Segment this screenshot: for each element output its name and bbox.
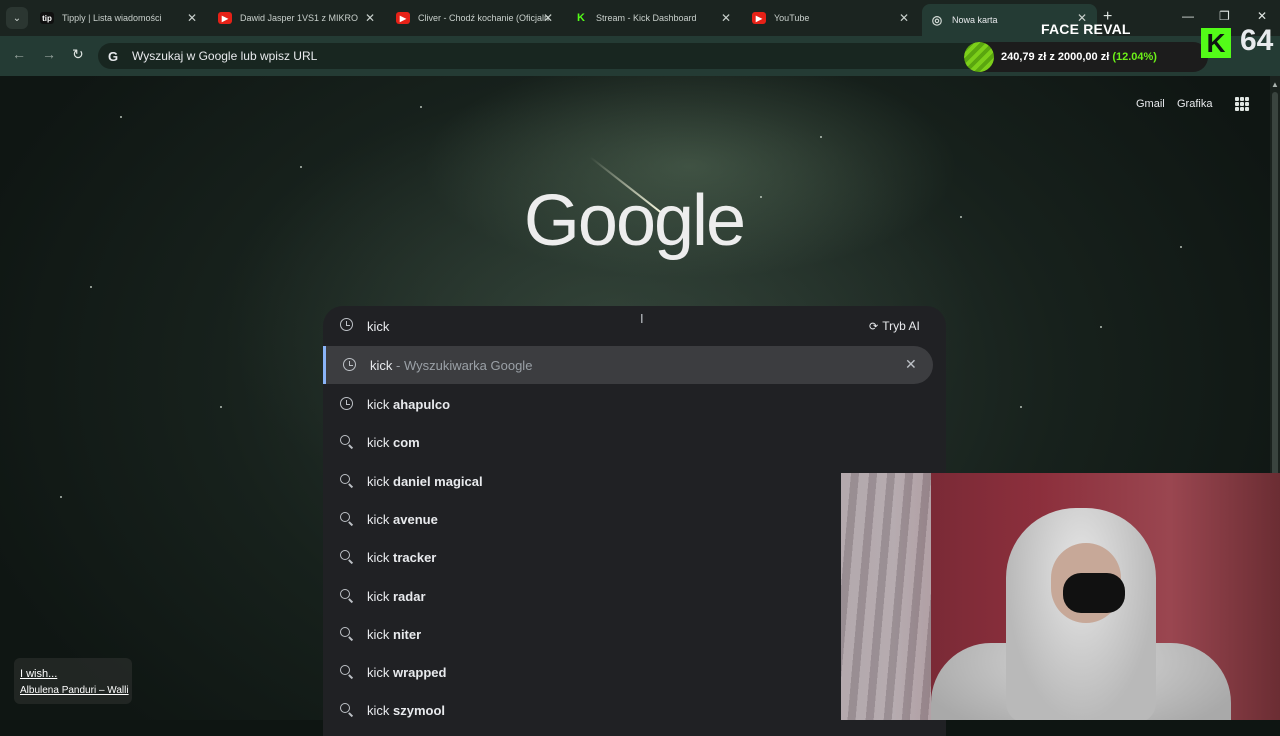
tab-title: Dawid Jasper 1VS1 z MIKROCYP: [240, 13, 358, 23]
kick-viewer-count: 64: [1240, 24, 1274, 57]
ai-mode-label: Tryb AI: [882, 319, 920, 333]
suggestion-item[interactable]: kick com: [323, 423, 933, 461]
tab-dawid-jasper[interactable]: ▶ Dawid Jasper 1VS1 z MIKROCYP ✕: [210, 4, 385, 32]
chevron-down-icon: ⌄: [12, 12, 22, 24]
suggestion-completion: wrapped: [389, 665, 447, 680]
suggestion-prefix: kick: [367, 665, 390, 680]
search-icon: [340, 703, 354, 717]
suggestion-prefix: kick: [367, 703, 390, 718]
youtube-icon: ▶: [396, 12, 410, 24]
tab-title: Nowa karta: [952, 15, 998, 25]
goal-separator: z: [1049, 51, 1055, 63]
tab-youtube[interactable]: ▶ YouTube ✕: [744, 4, 919, 32]
tab-title: YouTube: [774, 13, 810, 23]
tab-cliver[interactable]: ▶ Cliver - Chodź kochanie (Oficjaln ✕: [388, 4, 563, 32]
chrome-icon: ◎: [931, 13, 943, 27]
goal-text: 240,79 zł z 2000,00 zł (12.04%): [1001, 51, 1157, 63]
search-icon: [340, 589, 354, 603]
youtube-icon: ▶: [752, 12, 766, 24]
google-apps-icon[interactable]: [1235, 97, 1249, 111]
tab-tipply[interactable]: tip Tipply | Lista wiadomości ✕: [32, 4, 207, 32]
remove-suggestion-icon[interactable]: ✕: [905, 356, 917, 373]
kick-logo-icon: K: [1201, 28, 1231, 58]
google-logo: Google: [523, 181, 746, 261]
suggestion-completion: com: [389, 435, 420, 450]
close-icon[interactable]: ✕: [543, 11, 553, 25]
scroll-up-arrow-icon[interactable]: ▲: [1271, 80, 1279, 89]
reload-button[interactable]: ↻: [72, 46, 84, 63]
search-icon: [340, 550, 354, 564]
search-icon: [340, 627, 354, 641]
goal-target: 2000,00 zł: [1057, 51, 1110, 63]
images-link[interactable]: Grafika: [1177, 98, 1212, 110]
donation-goal-bar: 240,79 zł z 2000,00 zł (12.04%): [964, 42, 1208, 72]
search-query[interactable]: kick: [367, 319, 389, 334]
search-icon: [340, 512, 354, 526]
suggestion-completion: ahapulco: [389, 397, 451, 412]
suggestion-suffix: - Wyszukiwarka Google: [392, 358, 533, 373]
suggestion-completion: avenue: [389, 512, 438, 527]
ai-search-icon: ⟳: [869, 320, 879, 333]
text-cursor-icon: I: [640, 311, 644, 326]
suggestion-item[interactable]: kick ahapulco: [323, 385, 933, 423]
suggestion-completion: radar: [389, 589, 426, 604]
suggestion-prefix: kick: [367, 550, 390, 565]
suggestion-prefix: kick: [367, 512, 390, 527]
suggestion-prefix: kick: [367, 397, 390, 412]
close-icon[interactable]: ✕: [721, 11, 731, 25]
tab-kick-dashboard[interactable]: K Stream - Kick Dashboard ✕: [566, 4, 741, 32]
webcam-feed: [841, 473, 1280, 720]
suggestion-prefix: kick: [367, 474, 390, 489]
forward-button[interactable]: →: [42, 46, 56, 62]
google-g-icon: G: [108, 49, 119, 64]
close-icon[interactable]: ✕: [365, 11, 375, 25]
history-icon: [340, 397, 354, 411]
search-icon: [340, 474, 354, 488]
minimize-button[interactable]: —: [1182, 9, 1194, 23]
tab-title: Stream - Kick Dashboard: [596, 13, 697, 23]
gmail-link[interactable]: Gmail: [1136, 98, 1165, 110]
suggestion-prefix: kick: [370, 358, 393, 373]
search-icon: [340, 435, 354, 449]
close-icon[interactable]: ✕: [899, 11, 909, 25]
close-icon[interactable]: ✕: [187, 11, 197, 25]
tab-search-button[interactable]: ⌄: [6, 7, 28, 29]
suggestion-item[interactable]: kick - Wyszukiwarka Google ✕: [323, 346, 933, 384]
ai-mode-button[interactable]: ⟳ Tryb AI: [869, 319, 920, 333]
omnibox-placeholder: Wyszukaj w Google lub wpisz URL: [132, 49, 318, 63]
suggestion-completion: tracker: [389, 550, 437, 565]
goal-current: 240,79 zł: [1001, 51, 1047, 63]
history-icon: [340, 318, 353, 331]
tipply-icon: tip: [40, 12, 54, 24]
suggestion-completion: szymool: [389, 703, 446, 718]
back-button[interactable]: ←: [12, 46, 26, 62]
suggestion-completion: daniel magical: [389, 474, 483, 489]
tab-title: Cliver - Chodź kochanie (Oficjaln: [418, 13, 550, 23]
goal-progress-fill: [964, 42, 994, 72]
now-playing-artist: Albulena Panduri – Walli: [20, 685, 129, 696]
kick-icon: K: [577, 12, 585, 24]
search-icon: [340, 665, 354, 679]
suggestion-prefix: kick: [367, 627, 390, 642]
now-playing-widget: I wish... Albulena Panduri – Walli: [14, 658, 132, 704]
now-playing-title: I wish...: [20, 668, 58, 680]
tab-title: Tipply | Lista wiadomości: [62, 13, 162, 23]
suggestion-prefix: kick: [367, 589, 390, 604]
suggestion-prefix: kick: [367, 435, 390, 450]
suggestion-completion: niter: [389, 627, 422, 642]
maximize-button[interactable]: ❐: [1219, 9, 1230, 23]
history-icon: [343, 358, 357, 372]
goal-percent: (12.04%): [1112, 51, 1157, 63]
stream-headline: FACE REVAL: [1041, 21, 1131, 37]
search-input[interactable]: kick I ⟳ Tryb AI: [323, 306, 946, 346]
window-close-button[interactable]: ✕: [1257, 9, 1267, 23]
youtube-icon: ▶: [218, 12, 232, 24]
